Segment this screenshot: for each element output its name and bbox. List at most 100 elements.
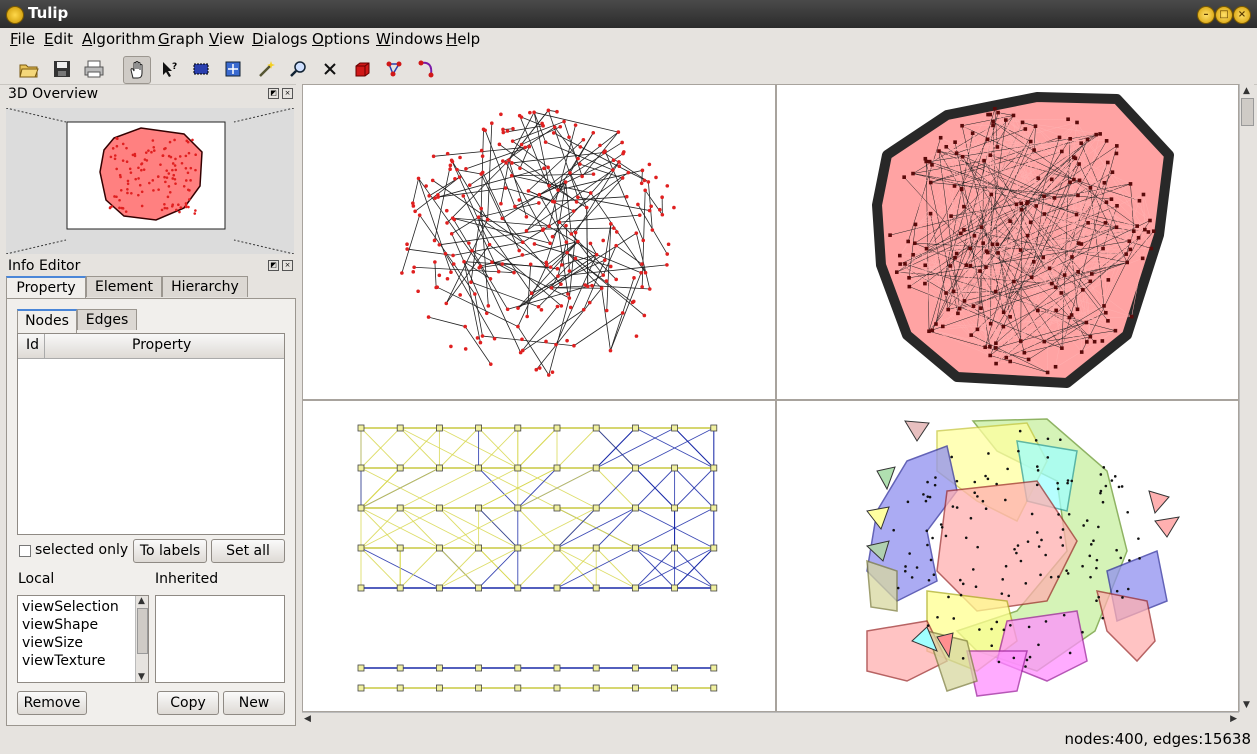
graph-node xyxy=(1101,500,1105,504)
graph-node xyxy=(1026,540,1030,543)
graph-view-cluster-layout[interactable] xyxy=(776,400,1239,712)
hand-navigate-icon[interactable] xyxy=(123,56,151,84)
local-list-scrollbar[interactable]: ▲ ▼ xyxy=(135,596,148,682)
graph-edge xyxy=(439,547,519,589)
menu-file[interactable]: File xyxy=(10,30,35,48)
overview-canvas[interactable] xyxy=(5,107,295,255)
graph-node xyxy=(1105,160,1110,165)
graph-node xyxy=(1015,551,1018,555)
menu-algorithm[interactable]: Algorithm xyxy=(82,30,155,48)
overview-node xyxy=(125,160,129,163)
graph-node xyxy=(566,292,570,296)
overview-node xyxy=(140,162,143,166)
magic-wand-icon[interactable] xyxy=(253,56,279,82)
graph-node xyxy=(551,131,556,135)
dock-close-icon[interactable]: × xyxy=(282,88,293,99)
remove-button[interactable]: Remove xyxy=(17,691,87,715)
inherited-properties-list[interactable] xyxy=(155,595,285,683)
tab-element[interactable]: Element xyxy=(86,276,162,297)
graph-node xyxy=(1121,596,1124,599)
graph-node xyxy=(1024,665,1027,668)
graph-node xyxy=(995,242,1000,247)
scroll-up-icon[interactable]: ▲ xyxy=(138,596,145,606)
save-icon[interactable] xyxy=(49,56,75,82)
list-item[interactable]: viewSelection xyxy=(22,598,119,616)
inherited-label: Inherited xyxy=(155,571,219,587)
menu-edit[interactable]: Edit xyxy=(44,30,73,48)
graph-node xyxy=(1081,288,1085,292)
graph-node xyxy=(581,137,586,142)
graph-node xyxy=(1102,304,1106,308)
set-all-button[interactable]: Set all xyxy=(211,539,285,563)
dock-close-icon[interactable]: × xyxy=(282,260,293,271)
selected-only-checkbox[interactable] xyxy=(19,545,31,557)
scroll-thumb[interactable] xyxy=(1241,98,1254,126)
scroll-down-icon[interactable]: ▼ xyxy=(138,672,145,682)
graph-node xyxy=(553,684,561,692)
overview-node xyxy=(121,142,125,146)
tab-edges[interactable]: Edges xyxy=(77,309,137,330)
graph-node xyxy=(549,286,554,290)
graph-node xyxy=(412,265,416,270)
graph-node xyxy=(930,328,935,333)
menu-dialogs[interactable]: Dialogs xyxy=(252,30,308,48)
graph-node xyxy=(357,584,365,592)
graph-node xyxy=(949,214,953,218)
new-button[interactable]: New xyxy=(223,691,285,715)
rectangle-select-icon[interactable] xyxy=(188,56,214,82)
float-icon[interactable]: ◩ xyxy=(268,88,279,99)
graph-node xyxy=(962,204,966,209)
properties-table[interactable]: Id Property xyxy=(17,333,285,535)
copy-button[interactable]: Copy xyxy=(157,691,219,715)
menu-view[interactable]: View xyxy=(209,30,245,48)
tab-property[interactable]: Property xyxy=(6,276,86,300)
scroll-left-icon[interactable]: ◀ xyxy=(304,714,311,724)
add-edge-icon[interactable] xyxy=(381,56,407,82)
zoom-box-icon[interactable] xyxy=(220,56,246,82)
menu-windows[interactable]: Windows xyxy=(376,30,443,48)
open-folder-icon[interactable] xyxy=(16,56,42,82)
horizontal-scrollbar[interactable]: ◀ ▶ xyxy=(302,712,1239,727)
bend-edge-icon[interactable] xyxy=(414,56,440,82)
to-labels-button[interactable]: To labels xyxy=(133,539,207,563)
scroll-right-icon[interactable]: ▶ xyxy=(1230,714,1237,724)
scroll-up-icon[interactable]: ▲ xyxy=(1243,86,1250,96)
scroll-thumb[interactable] xyxy=(137,608,148,654)
graph-view-grid-layout[interactable] xyxy=(302,400,776,712)
tab-nodes[interactable]: Nodes xyxy=(17,309,77,333)
graph-node xyxy=(983,345,987,350)
delete-icon[interactable] xyxy=(317,56,343,82)
graph-node xyxy=(647,208,652,213)
vertical-scrollbar[interactable]: ▲ ▼ xyxy=(1239,84,1254,712)
local-properties-list[interactable]: viewSelection viewShape viewSize viewTex… xyxy=(17,595,149,683)
scroll-down-icon[interactable]: ▼ xyxy=(1243,700,1250,710)
graph-node xyxy=(926,495,930,498)
print-icon[interactable] xyxy=(81,56,107,82)
magnifier-icon[interactable] xyxy=(285,56,311,82)
graph-node xyxy=(1104,139,1109,143)
add-node-icon[interactable] xyxy=(349,56,375,82)
column-header-id[interactable]: Id xyxy=(26,337,39,353)
graph-node xyxy=(396,684,404,692)
graph-view-dense-layout[interactable] xyxy=(776,84,1239,400)
maximize-icon[interactable]: □ xyxy=(1215,6,1233,24)
menu-help[interactable]: Help xyxy=(446,30,480,48)
graph-node xyxy=(568,171,572,175)
list-item[interactable]: viewSize xyxy=(22,634,119,652)
graph-node xyxy=(547,224,551,229)
column-header-property[interactable]: Property xyxy=(132,337,191,353)
float-icon[interactable]: ◩ xyxy=(268,260,279,271)
graph-edge xyxy=(556,427,597,469)
list-item[interactable]: viewTexture xyxy=(22,652,119,670)
close-icon[interactable]: × xyxy=(1233,6,1251,24)
list-item[interactable]: viewShape xyxy=(22,616,119,634)
menu-graph[interactable]: Graph xyxy=(158,30,204,48)
tab-hierarchy[interactable]: Hierarchy xyxy=(162,276,248,297)
graph-node xyxy=(490,121,494,126)
minimize-icon[interactable]: – xyxy=(1197,6,1215,24)
menu-options[interactable]: Options xyxy=(312,30,370,48)
select-pointer-icon[interactable]: ? xyxy=(156,56,182,82)
graph-node xyxy=(592,664,600,672)
graph-view-force-layout[interactable] xyxy=(302,84,776,400)
graph-node xyxy=(968,246,972,251)
